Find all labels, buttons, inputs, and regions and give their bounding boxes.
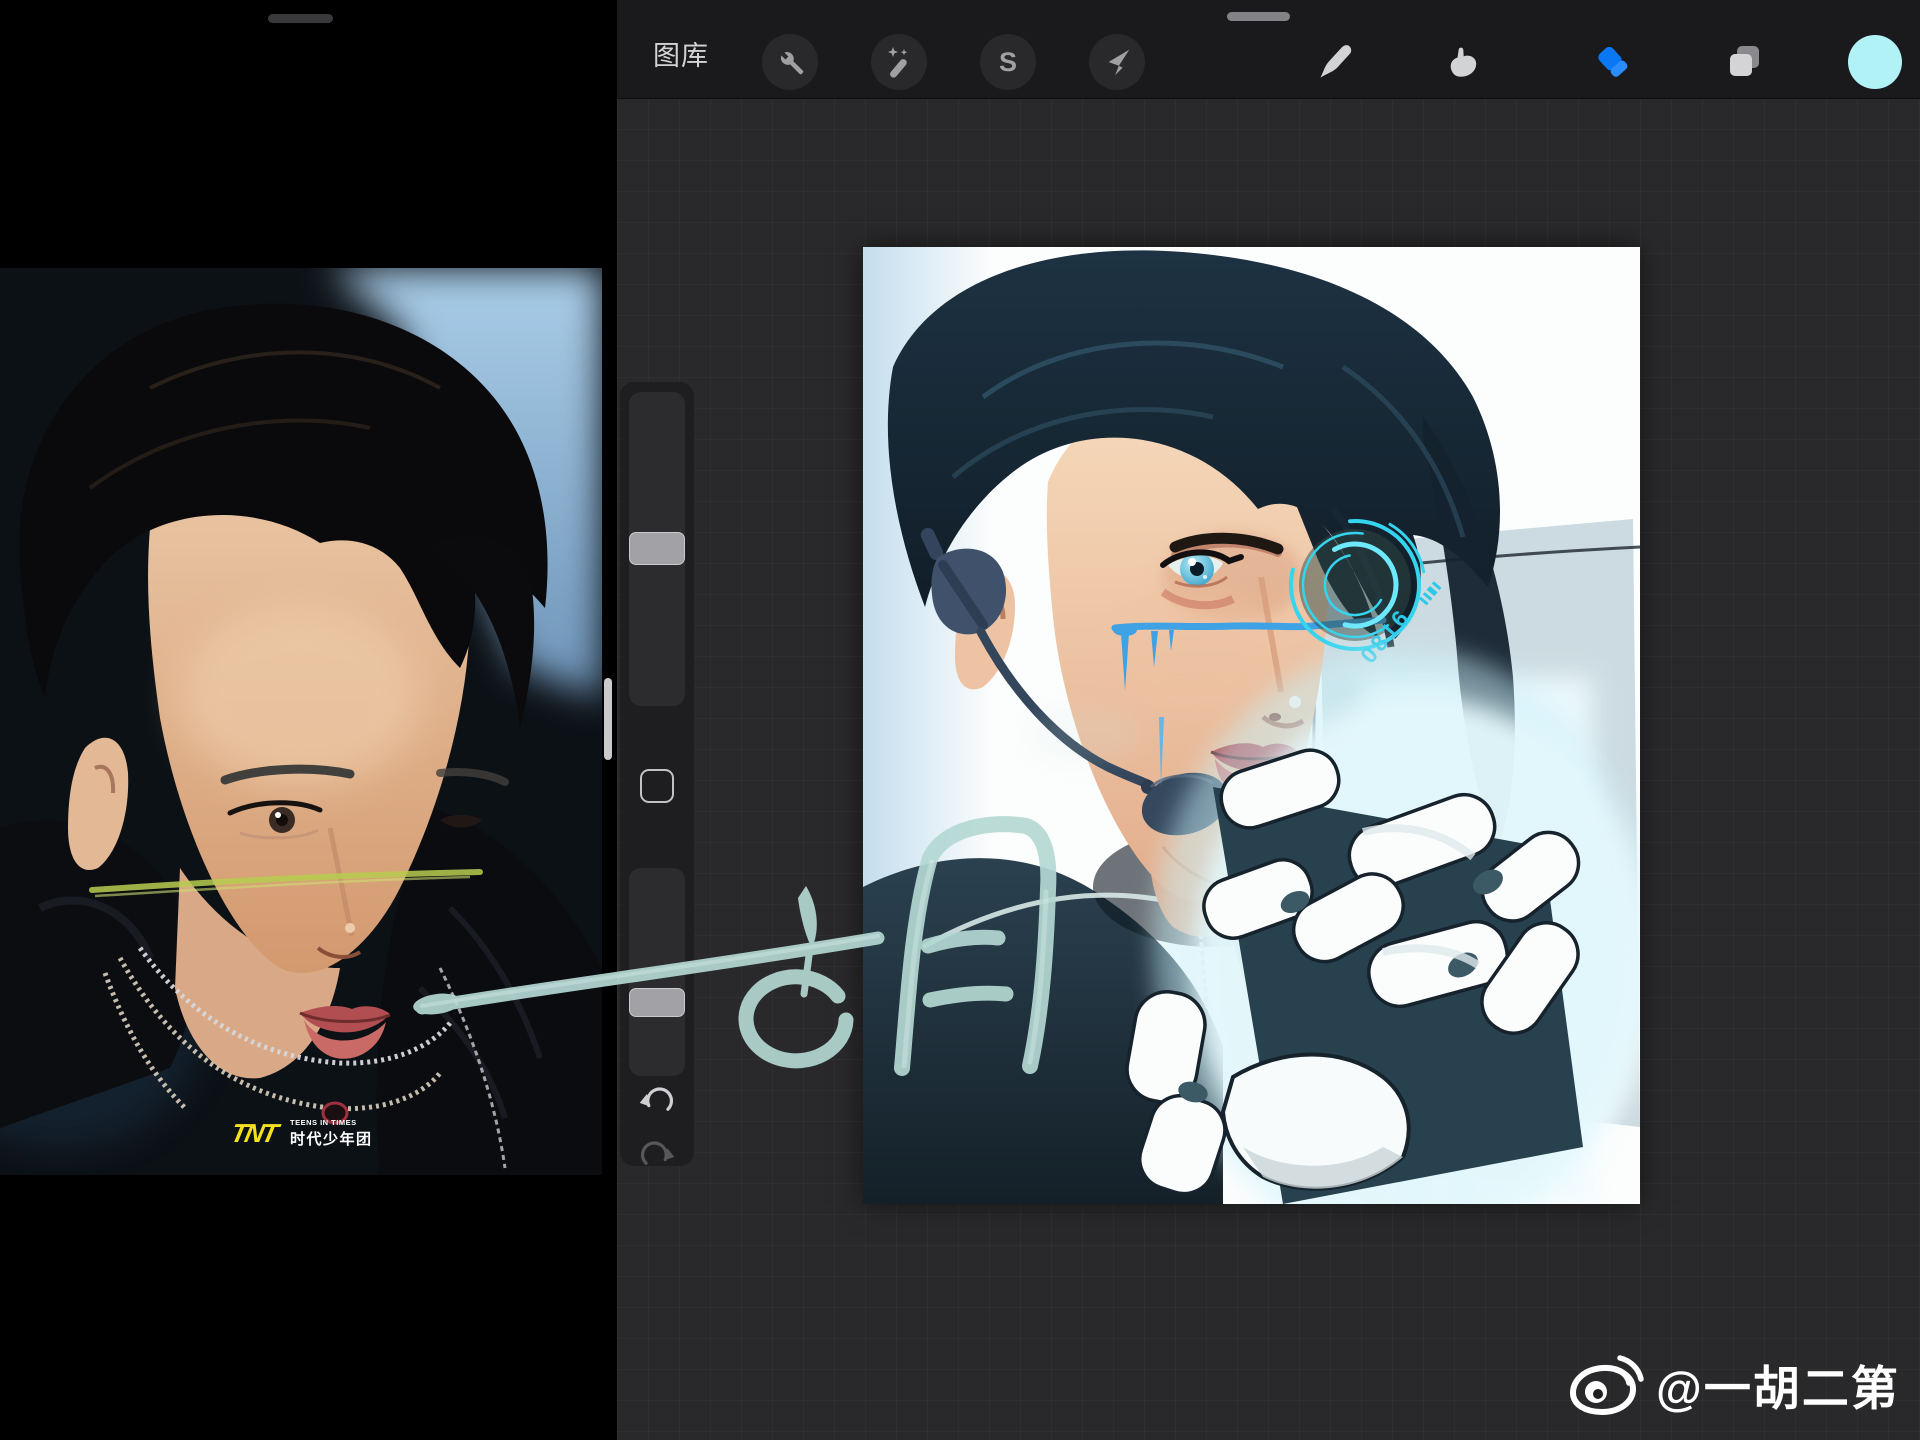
redo-button[interactable] — [637, 1136, 677, 1176]
brush-size-handle[interactable] — [629, 532, 685, 565]
transform-arrow-icon — [1101, 46, 1133, 78]
modify-button[interactable] — [640, 769, 674, 803]
adjustments-button[interactable] — [871, 34, 927, 90]
smudge-tool[interactable] — [1440, 40, 1484, 84]
reference-photo-image: TNT TEENS IN TIMES 时代少年团 — [0, 268, 602, 1175]
reference-photo-window: TNT TEENS IN TIMES 时代少年团 — [0, 0, 617, 1440]
undo-button[interactable] — [637, 1082, 677, 1122]
eraser-tool[interactable] — [1591, 40, 1635, 84]
photo-scroll-indicator[interactable] — [604, 678, 612, 760]
color-swatch[interactable] — [1848, 35, 1902, 89]
opacity-handle[interactable] — [629, 988, 685, 1017]
tnt-subtitle: TEENS IN TIMES — [290, 1118, 357, 1127]
selection-s-icon: S — [991, 45, 1025, 79]
brush-icon — [1316, 43, 1354, 81]
transform-button[interactable] — [1089, 34, 1145, 90]
weibo-watermark: @一胡二第 — [1570, 1350, 1900, 1419]
reference-photo[interactable]: TNT TEENS IN TIMES 时代少年团 — [0, 268, 602, 1175]
left-window-drag-handle[interactable] — [268, 14, 333, 23]
gallery-button[interactable]: 图库 — [653, 34, 709, 73]
brush-size-slider[interactable] — [629, 392, 685, 706]
brush-sidebar — [620, 382, 694, 1166]
weibo-logo-icon — [1570, 1354, 1644, 1416]
selection-button[interactable]: S — [980, 34, 1036, 90]
brush-tool[interactable] — [1313, 40, 1357, 84]
smudge-finger-icon — [1443, 43, 1481, 81]
tnt-brand: 时代少年团 — [290, 1130, 373, 1148]
procreate-drag-handle[interactable] — [1227, 12, 1290, 21]
procreate-toolbar: 图库 S — [617, 0, 1920, 99]
weibo-handle: @一胡二第 — [1656, 1350, 1900, 1419]
layers-icon — [1725, 42, 1765, 82]
actions-button[interactable] — [762, 34, 818, 90]
procreate-window: 图库 S — [617, 0, 1920, 1440]
eraser-icon — [1593, 42, 1633, 82]
svg-text:S: S — [999, 47, 1017, 77]
canvas-background[interactable]: 0816 — [617, 98, 1920, 1440]
ipad-split-screen: TNT TEENS IN TIMES 时代少年团 图库 — [0, 0, 1920, 1440]
tnt-watermark: TNT TEENS IN TIMES 时代少年团 — [228, 1118, 372, 1148]
digital-painting: 0816 — [863, 247, 1640, 1204]
opacity-slider[interactable] — [629, 868, 685, 1076]
artwork-canvas[interactable]: 0816 — [863, 247, 1640, 1204]
layers-tool[interactable] — [1723, 40, 1767, 84]
wrench-icon — [774, 46, 806, 78]
magic-wand-icon — [882, 45, 916, 79]
